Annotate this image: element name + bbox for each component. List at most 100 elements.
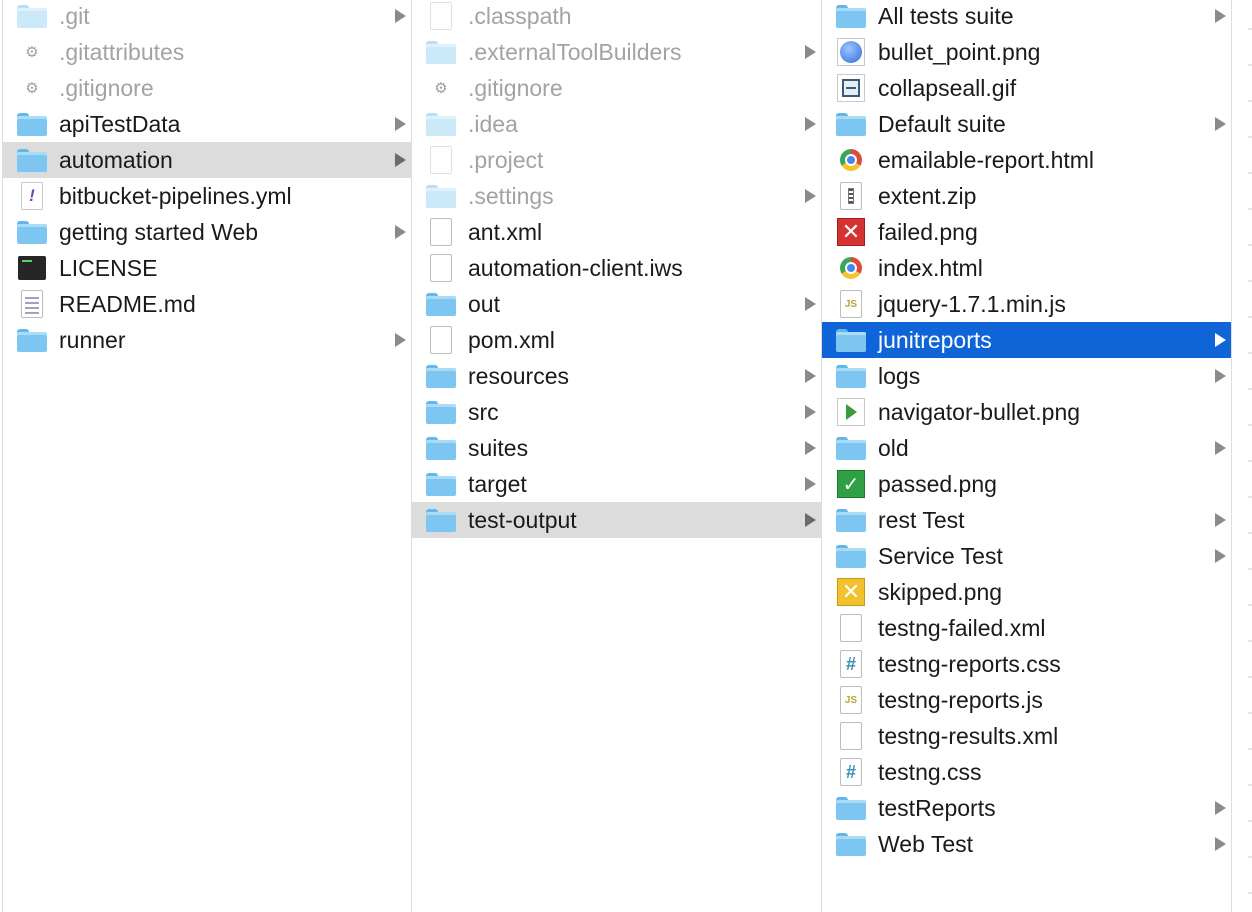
file-row-jquery-1-7-1-min-js[interactable]: JS jquery-1.7.1.min.js (822, 286, 1231, 322)
disclosure-arrow-icon[interactable] (395, 333, 406, 347)
folder-row-automation[interactable]: automation (3, 142, 411, 178)
folder-row-logs[interactable]: logs (822, 358, 1231, 394)
folder-row-idea[interactable]: .idea (412, 106, 821, 142)
folder-row-src[interactable]: src (412, 394, 821, 430)
file-row-testng-failed-xml[interactable]: testng-failed.xml (822, 610, 1231, 646)
file-row-pom-xml[interactable]: pom.xml (412, 322, 821, 358)
file-row-skipped-png[interactable]: ✕ skipped.png (822, 574, 1231, 610)
folder-icon (835, 362, 867, 390)
folder-row-service-test[interactable]: Service Test (822, 538, 1231, 574)
folder-row-target[interactable]: target (412, 466, 821, 502)
file-row-collapseall-gif[interactable]: collapseall.gif (822, 70, 1231, 106)
folder-icon (835, 506, 867, 534)
disclosure-arrow-icon[interactable] (805, 189, 816, 203)
file-row-bullet-point-png[interactable]: bullet_point.png (822, 34, 1231, 70)
item-label: collapseall.gif (878, 75, 1017, 101)
file-row-gitignore[interactable]: ⚙ .gitignore (412, 70, 821, 106)
folder-icon (16, 110, 48, 138)
folder-icon (835, 110, 867, 138)
folder-row-apitestdata[interactable]: apiTestData (3, 106, 411, 142)
disclosure-arrow-icon[interactable] (1215, 9, 1226, 23)
file-row-failed-png[interactable]: ✕ failed.png (822, 214, 1231, 250)
folder-row-suites[interactable]: suites (412, 430, 821, 466)
file-row-passed-png[interactable]: ✓ passed.png (822, 466, 1231, 502)
folder-row-test-output[interactable]: test-output (412, 502, 821, 538)
file-row-testng-results-xml[interactable]: testng-results.xml (822, 718, 1231, 754)
file-row-classpath[interactable]: .classpath (412, 0, 821, 34)
disclosure-arrow-icon[interactable] (805, 369, 816, 383)
disclosure-arrow-icon[interactable] (805, 45, 816, 59)
disclosure-arrow-icon[interactable] (805, 441, 816, 455)
disclosure-arrow-icon[interactable] (395, 225, 406, 239)
item-label: .classpath (468, 3, 572, 29)
file-row-emailable-report-html[interactable]: emailable-report.html (822, 142, 1231, 178)
disclosure-arrow-icon[interactable] (805, 405, 816, 419)
folder-icon (425, 290, 457, 318)
file-row-testng-reports-js[interactable]: JS testng-reports.js (822, 682, 1231, 718)
item-label: emailable-report.html (878, 147, 1095, 173)
folder-row-out[interactable]: out (412, 286, 821, 322)
item-label: pom.xml (468, 327, 555, 353)
item-label: testReports (878, 795, 996, 821)
file-row-bitbucket-pipelines-yml[interactable]: ! bitbucket-pipelines.yml (3, 178, 411, 214)
folder-row-web-test[interactable]: Web Test (822, 826, 1231, 862)
disclosure-arrow-icon[interactable] (395, 153, 406, 167)
file-row-gitignore[interactable]: ⚙ .gitignore (3, 70, 411, 106)
folder-icon (835, 794, 867, 822)
file-row-project[interactable]: .project (412, 142, 821, 178)
folder-icon (425, 110, 457, 138)
file-row-testng-reports-css[interactable]: # testng-reports.css (822, 646, 1231, 682)
item-label: automation-client.iws (468, 255, 683, 281)
disclosure-arrow-icon[interactable] (805, 513, 816, 527)
file-row-readme-md[interactable]: README.md (3, 286, 411, 322)
file-row-index-html[interactable]: index.html (822, 250, 1231, 286)
disclosure-arrow-icon[interactable] (1215, 801, 1226, 815)
file-row-ant-xml[interactable]: ant.xml (412, 214, 821, 250)
collapse-image-icon (835, 74, 867, 102)
disclosure-arrow-icon[interactable] (805, 297, 816, 311)
column-1[interactable]: .git ⚙ .gitattributes ⚙ .gitignore apiTestDat… (2, 0, 412, 912)
folder-row-junitreports[interactable]: junitreports (822, 322, 1231, 358)
folder-row-testreports[interactable]: testReports (822, 790, 1231, 826)
zip-file-icon (835, 182, 867, 210)
document-icon (835, 722, 867, 750)
folder-row-git[interactable]: .git (3, 0, 411, 34)
item-label: .externalToolBuilders (468, 39, 682, 65)
folder-row-runner[interactable]: runner (3, 322, 411, 358)
folder-row-all-tests-suite[interactable]: All tests suite (822, 0, 1231, 34)
disclosure-arrow-icon[interactable] (1215, 549, 1226, 563)
disclosure-arrow-icon[interactable] (1215, 837, 1226, 851)
folder-row-settings[interactable]: .settings (412, 178, 821, 214)
document-icon (425, 146, 457, 174)
file-row-automation-client-iws[interactable]: automation-client.iws (412, 250, 821, 286)
file-row-gitattributes[interactable]: ⚙ .gitattributes (3, 34, 411, 70)
disclosure-arrow-icon[interactable] (1215, 441, 1226, 455)
file-row-license[interactable]: LICENSE (3, 250, 411, 286)
disclosure-arrow-icon[interactable] (805, 117, 816, 131)
failed-image-icon: ✕ (835, 218, 867, 246)
disclosure-arrow-icon[interactable] (395, 9, 406, 23)
folder-row-resources[interactable]: resources (412, 358, 821, 394)
file-row-navigator-bullet-png[interactable]: navigator-bullet.png (822, 394, 1231, 430)
folder-row-default-suite[interactable]: Default suite (822, 106, 1231, 142)
item-label: testng-reports.js (878, 687, 1043, 713)
disclosure-arrow-icon[interactable] (395, 117, 406, 131)
disclosure-arrow-icon[interactable] (1215, 513, 1226, 527)
disclosure-arrow-icon[interactable] (805, 477, 816, 491)
column-3[interactable]: All tests suite bullet_point.png collapsea… (822, 0, 1232, 912)
file-row-testng-css[interactable]: # testng.css (822, 754, 1231, 790)
disclosure-arrow-icon[interactable] (1215, 333, 1226, 347)
folder-row-getting-started-web[interactable]: getting started Web (3, 214, 411, 250)
item-label: runner (59, 327, 126, 353)
disclosure-arrow-icon[interactable] (1215, 369, 1226, 383)
folder-row-old[interactable]: old (822, 430, 1231, 466)
folder-row-rest-test[interactable]: rest Test (822, 502, 1231, 538)
item-label: bullet_point.png (878, 39, 1041, 65)
disclosure-arrow-icon[interactable] (1215, 117, 1226, 131)
gear-icon: ⚙ (16, 74, 48, 102)
document-icon (425, 254, 457, 282)
column-2[interactable]: .classpath .externalToolBuilders ⚙ .gitigno… (412, 0, 822, 912)
folder-row-externaltoolbuilders[interactable]: .externalToolBuilders (412, 34, 821, 70)
file-row-extent-zip[interactable]: extent.zip (822, 178, 1231, 214)
gear-icon: ⚙ (425, 74, 457, 102)
